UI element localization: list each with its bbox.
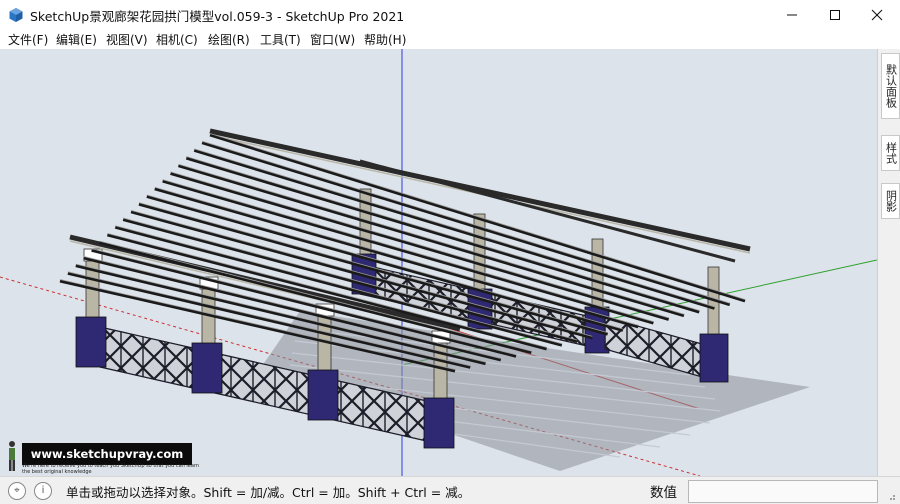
window-title: SketchUp景观廊架花园拱门模型vol.059-3 - SketchUp P… xyxy=(30,9,405,24)
watermark-banner: www.sketchupvray.com xyxy=(22,443,192,465)
maximize-button[interactable] xyxy=(812,0,858,30)
menu-bar: 文件(F) 编辑(E) 视图(V) 相机(C) 绘图(R) 工具(T) 窗口(W… xyxy=(0,30,900,49)
menu-help[interactable]: 帮助(H) xyxy=(364,31,406,48)
tab-styles[interactable]: 样式 xyxy=(881,135,900,171)
tab-default-tray[interactable]: 默认面板 xyxy=(881,53,900,119)
resize-grip-icon[interactable] xyxy=(886,491,896,501)
menu-draw[interactable]: 绘图(R) xyxy=(208,31,250,48)
info-icon[interactable]: i xyxy=(34,482,52,500)
right-tray: 默认面板 样式 阴影 xyxy=(877,49,900,476)
menu-edit[interactable]: 编辑(E) xyxy=(56,31,97,48)
app-icon xyxy=(8,7,24,23)
maximize-icon xyxy=(830,10,840,20)
geo-location-icon[interactable]: ⌖ xyxy=(8,482,26,500)
menu-window[interactable]: 窗口(W) xyxy=(310,31,355,48)
watermark-note: We're here to receive you to teach you S… xyxy=(22,463,200,475)
measurements-input[interactable] xyxy=(688,480,878,503)
menu-view[interactable]: 视图(V) xyxy=(106,31,148,48)
close-icon xyxy=(871,9,883,21)
tab-shadows[interactable]: 阴影 xyxy=(881,183,900,219)
model-viewport[interactable] xyxy=(0,49,877,476)
close-button[interactable] xyxy=(854,0,900,30)
status-message: 单击或拖动以选择对象。Shift = 加/减。Ctrl = 加。Shift + … xyxy=(66,485,471,500)
right-column xyxy=(699,266,729,383)
menu-file[interactable]: 文件(F) xyxy=(8,31,48,48)
menu-tools[interactable]: 工具(T) xyxy=(260,31,301,48)
title-bar: SketchUp景观廊架花园拱门模型vol.059-3 - SketchUp P… xyxy=(0,0,900,30)
status-bar: ⌖ i 单击或拖动以选择对象。Shift = 加/减。Ctrl = 加。Shif… xyxy=(0,476,900,504)
measurements-label: 数值 xyxy=(650,485,677,501)
menu-camera[interactable]: 相机(C) xyxy=(156,31,198,48)
minimize-icon xyxy=(787,14,797,16)
minimize-button[interactable] xyxy=(769,0,815,30)
person-icon xyxy=(5,440,19,472)
pergola-model-drawing xyxy=(0,49,877,476)
